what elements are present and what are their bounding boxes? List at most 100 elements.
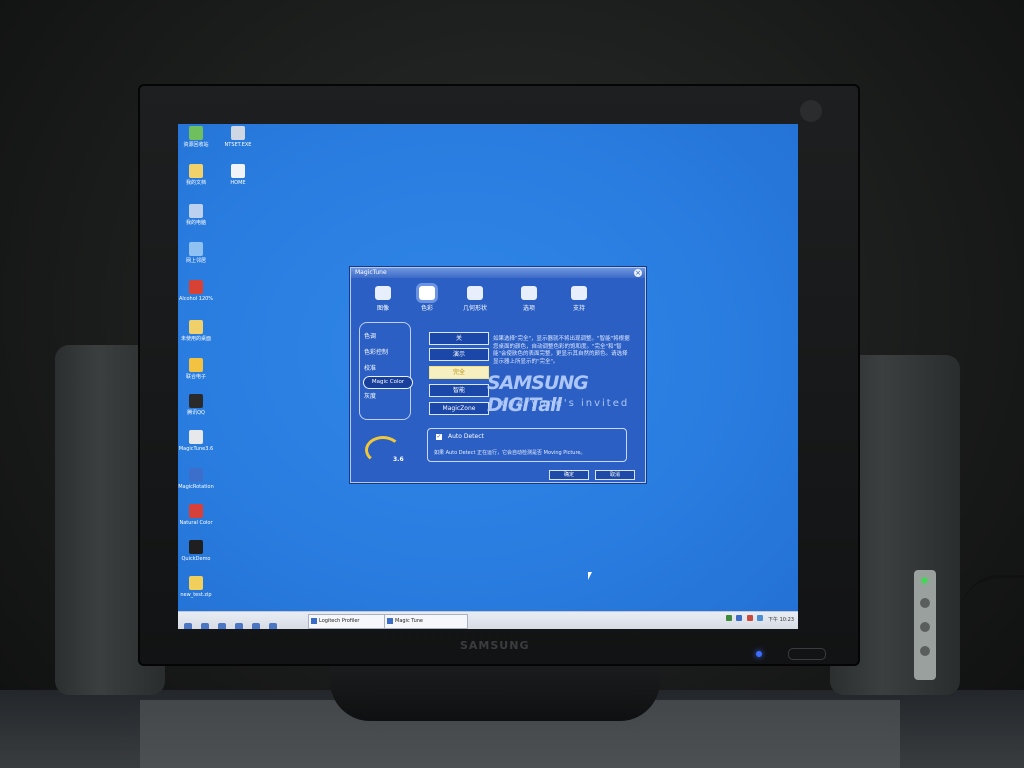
taskbar-button-label: Magic Tune [395,618,423,624]
speaker-power-led [922,578,927,583]
tray-icon[interactable] [746,615,753,621]
desktop-folder-shortcut[interactable]: 联合电子 [178,358,222,380]
tab-label: 色彩 [420,305,433,312]
desktop-magictune-shortcut[interactable]: MagicTune3.6 [178,430,222,452]
magictune-logo: 3.6 [359,426,409,468]
option-description: 如果选择"完全"，显示器就不将出现调整。"智能"将根据您桌面的颜色，自动调整色彩… [493,336,630,365]
magicrotation-icon [189,468,203,482]
samsung-watermark-tagline: everyone's invited [501,398,630,409]
quick-launch-icon[interactable] [184,623,192,629]
quick-launch-icon[interactable] [252,623,261,629]
speaker-knob [920,598,930,608]
monitor-power-led[interactable] [756,651,762,657]
taskbar-button-magictune[interactable]: Magic Tune [384,614,468,629]
ok-button[interactable]: 确定 [549,470,589,480]
desktop-icon-label: MagicRotation [178,484,214,490]
desktop-ntset-shortcut[interactable]: NTSET.EXE [212,126,264,148]
taskbar-button-logitech[interactable]: Logitech Profiler [308,614,388,629]
desktop-magicrotation-shortcut[interactable]: MagicRotation [178,468,222,490]
app-icon [311,618,317,624]
network-icon [189,242,203,256]
auto-detect-checkbox[interactable]: ✓ [436,434,442,440]
tab-palette[interactable]: 色彩 [409,286,445,312]
speaker-knob [920,646,930,656]
desktop-qq-shortcut[interactable]: 腾讯QQ [178,394,222,416]
options-icon [521,286,537,300]
unused-desktop-icon [189,320,203,334]
palette-icon [419,286,435,300]
magictune-titlebar[interactable]: MagicTune × [351,268,645,278]
cancel-button[interactable]: 取消 [595,470,635,480]
screen: 资源回收站 NTSET.EXE 我的文档 HOME 我的电脑 网上邻居 Alcohol 12… [178,124,798,629]
quick-launch [184,616,294,629]
folder-icon [189,358,203,372]
desktop-computer-shortcut[interactable]: 我的电脑 [178,204,222,226]
desktop-icon-label: QuickDemo [181,556,211,562]
desktop-icon-label: 网上邻居 [185,258,206,264]
sidebar-item[interactable]: 灰度 [364,391,376,400]
option-full-button[interactable]: 完全 [429,366,489,379]
tray-icon[interactable] [725,615,732,621]
naturalcolor-icon [189,504,203,518]
desktop-quickdemo-shortcut[interactable]: QuickDemo [178,540,222,562]
monitor-brand: SAMSUNG [460,639,530,652]
option-demo-button[interactable]: 演示 [429,348,489,361]
sidebar-item[interactable]: 色调 [364,331,376,340]
recycle-bin-icon [189,126,203,140]
geometry-icon [467,286,483,300]
desktop-alcohol-shortcut[interactable]: Alcohol 120% [178,280,222,302]
home-icon [231,164,245,178]
sidebar-item-magic-color[interactable]: Magic Color [363,376,413,389]
desktop-naturalcolor-shortcut[interactable]: Natural Color [178,504,222,526]
monitor-badge [788,648,826,660]
tab-geometry[interactable]: 几何形状 [457,286,493,312]
speaker-knob [920,622,930,632]
samsung-watermark: SAMSUNG DIGITall [487,372,589,416]
quick-launch-icon[interactable] [269,623,278,629]
monitor-icon [375,286,391,300]
tray-icon[interactable] [757,615,764,621]
sidebar-item[interactable]: 校准 [364,363,376,372]
tray-icon[interactable] [736,615,743,621]
ntset-icon [231,126,245,140]
desktop-icon-label: Alcohol 120% [178,296,214,302]
close-icon[interactable]: × [634,269,642,277]
tab-monitor[interactable]: 图像 [365,286,401,312]
speaker-control-panel [914,570,936,680]
documents-icon [189,164,203,178]
desktop-icon-label: 未使用的桌面 [180,336,211,342]
quick-launch-icon[interactable] [218,623,227,629]
auto-detect-hint: 如果 Auto Detect 正在运行，它会自动检测是否 Moving Pict… [434,450,586,456]
magictune-sidebar: 色调 色彩控制 校准 灰度 [359,322,411,420]
quick-launch-icon[interactable] [201,623,210,629]
desktop-icon-label: 腾讯QQ [187,410,205,416]
desktop-icon-label: NTSET.EXE [224,142,252,148]
magictune-logo-version: 3.6 [393,456,404,463]
tab-options[interactable]: 选项 [511,286,547,312]
desktop-unused-desktop-shortcut[interactable]: 未使用的桌面 [178,320,222,342]
taskbar-button-label: Logitech Profiler [319,618,360,624]
tab-label: 选项 [522,305,535,312]
mouse-cursor [588,572,592,580]
quick-launch-icon[interactable] [235,623,244,629]
option-off-button[interactable]: 关 [429,332,489,345]
tab-support[interactable]: 支持 [561,286,597,312]
desktop-home-shortcut[interactable]: HOME [212,164,264,186]
auto-detect-group: ✓ Auto Detect 如果 Auto Detect 正在运行，它会自动检测… [427,428,627,462]
desktop-icon-label: MagicTune3.6 [178,446,214,452]
auto-detect-label: Auto Detect [448,433,484,440]
option-intelligent-button[interactable]: 智能 [429,384,489,397]
desktop-icon-label: 我的电脑 [185,220,206,226]
option-magiczone-button[interactable]: MagicZone [429,402,489,415]
tab-label: 支持 [572,305,585,312]
sidebar-item[interactable]: 色彩控制 [364,347,388,356]
desktop-network-shortcut[interactable]: 网上邻居 [178,242,222,264]
magictune-icon [189,430,203,444]
desktop-icon-label: new_test.zip [180,592,212,598]
clock[interactable]: 下午 10:23 [768,617,794,623]
taskbar: Logitech Profiler Magic Tune 下午 10:23 [178,611,798,629]
system-tray: 下午 10:23 [725,615,794,626]
desktop-zip-shortcut[interactable]: new_test.zip [178,576,222,598]
magictune-window: MagicTune × 图像 色彩 几何形状 选项 支持 色调 色彩控制 校准 灰度 M… [350,267,646,483]
desktop-icon-label: 联合电子 [185,374,206,380]
